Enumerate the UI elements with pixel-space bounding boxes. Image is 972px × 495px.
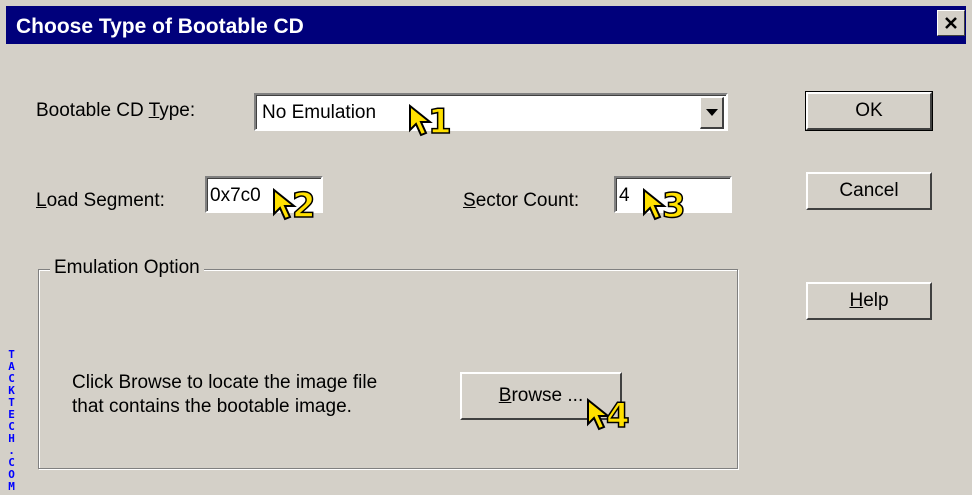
callout-3: 3	[642, 185, 686, 227]
emulation-option-group	[38, 269, 738, 469]
cd-type-label: Bootable CD Type:	[36, 100, 196, 121]
emulation-description-line1: Click Browse to locate the image file	[72, 372, 378, 393]
ok-button[interactable]: OK	[805, 91, 933, 131]
callout-2: 2	[272, 185, 316, 227]
browse-button-label: Browse ...	[498, 385, 584, 406]
cd-type-dropdown[interactable]: No Emulation	[254, 93, 728, 131]
cancel-button[interactable]: Cancel	[806, 172, 932, 210]
callout-number: 2	[291, 185, 316, 227]
dropdown-arrow-button[interactable]	[700, 97, 724, 129]
close-button[interactable]	[937, 10, 965, 36]
load-segment-value: 0x7c0	[210, 185, 261, 206]
callout-1: 1	[408, 101, 452, 143]
sector-count-label: Sector Count:	[463, 190, 580, 211]
load-segment-label: Load Segment:	[36, 190, 165, 211]
cd-type-value: No Emulation	[262, 102, 377, 123]
window-title: Choose Type of Bootable CD	[16, 15, 304, 38]
watermark: TACKTECH.COM	[5, 348, 18, 492]
callout-number: 3	[661, 185, 686, 227]
close-icon	[945, 17, 957, 29]
emulation-option-legend: Emulation Option	[50, 257, 204, 279]
callout-4: 4	[586, 395, 630, 437]
callout-number: 1	[427, 101, 452, 143]
emulation-description-line2: that contains the bootable image.	[72, 396, 352, 417]
help-button[interactable]: Help	[806, 282, 932, 320]
chevron-down-icon	[705, 108, 718, 116]
sector-count-value: 4	[619, 185, 630, 206]
help-button-label: Help	[849, 290, 889, 311]
callout-number: 4	[605, 395, 630, 437]
